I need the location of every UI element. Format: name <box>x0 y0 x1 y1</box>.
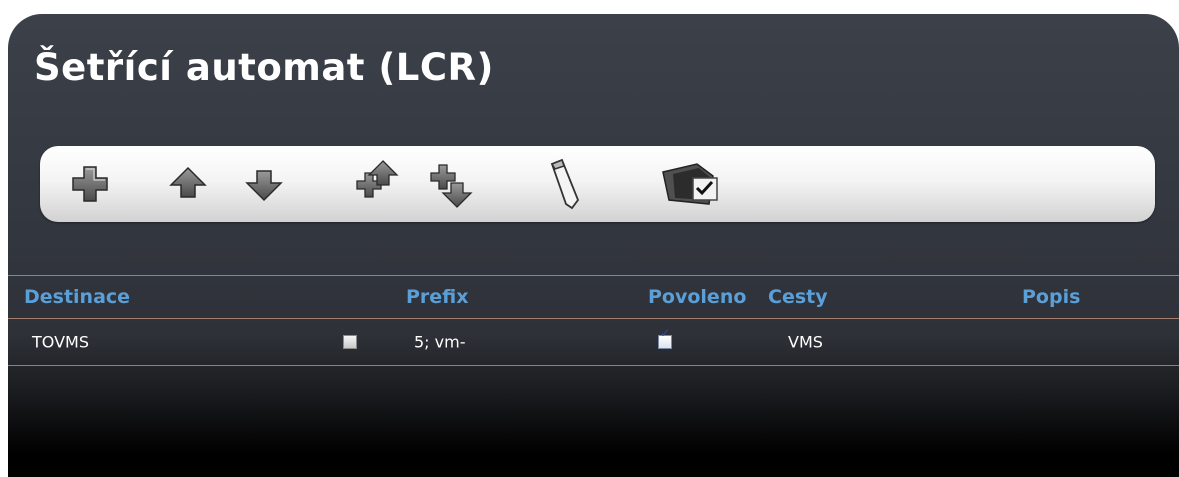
table-header: Destinace Prefix Povoleno Cesty Popis <box>8 276 1179 318</box>
lcr-table: Destinace Prefix Povoleno Cesty Popis TO… <box>8 275 1179 366</box>
row-select-checkbox[interactable] <box>343 335 357 349</box>
checkmark-icon: ✓ <box>660 326 671 340</box>
page-title: Šetřící automat (LCR) <box>34 46 494 89</box>
cell-prefix: 5; vm- <box>414 332 466 352</box>
edit-button[interactable] <box>538 156 594 212</box>
column-header-enabled[interactable]: Povoleno <box>648 286 746 308</box>
add-button[interactable] <box>62 156 118 212</box>
move-top-button[interactable] <box>346 156 402 212</box>
divider <box>8 365 1179 366</box>
move-down-button[interactable] <box>236 156 292 212</box>
move-bottom-button[interactable] <box>424 156 480 212</box>
plus-arrow-down-icon <box>430 164 473 208</box>
pencil-icon <box>550 158 580 210</box>
plus-icon <box>72 166 108 202</box>
arrow-down-icon <box>245 170 283 202</box>
column-header-description[interactable]: Popis <box>1022 286 1080 308</box>
table-row[interactable]: TOVMS 5; vm- ✓ VMS <box>8 319 1179 365</box>
cell-routes: VMS <box>788 332 823 352</box>
column-header-routes[interactable]: Cesty <box>768 286 828 308</box>
column-header-prefix[interactable]: Prefix <box>406 286 469 308</box>
toolbar <box>40 146 1155 222</box>
enabled-checkbox[interactable]: ✓ <box>658 326 672 349</box>
arrow-up-icon <box>169 166 207 198</box>
move-up-button[interactable] <box>160 156 216 212</box>
cell-destination: TOVMS <box>32 332 89 352</box>
plus-arrow-up-icon <box>356 160 399 198</box>
apply-button[interactable] <box>656 156 728 212</box>
folder-check-icon <box>662 163 718 205</box>
column-header-destination[interactable]: Destinace <box>24 286 130 308</box>
lcr-panel: Šetřící automat (LCR) Destinace Prefix P… <box>8 14 1179 477</box>
